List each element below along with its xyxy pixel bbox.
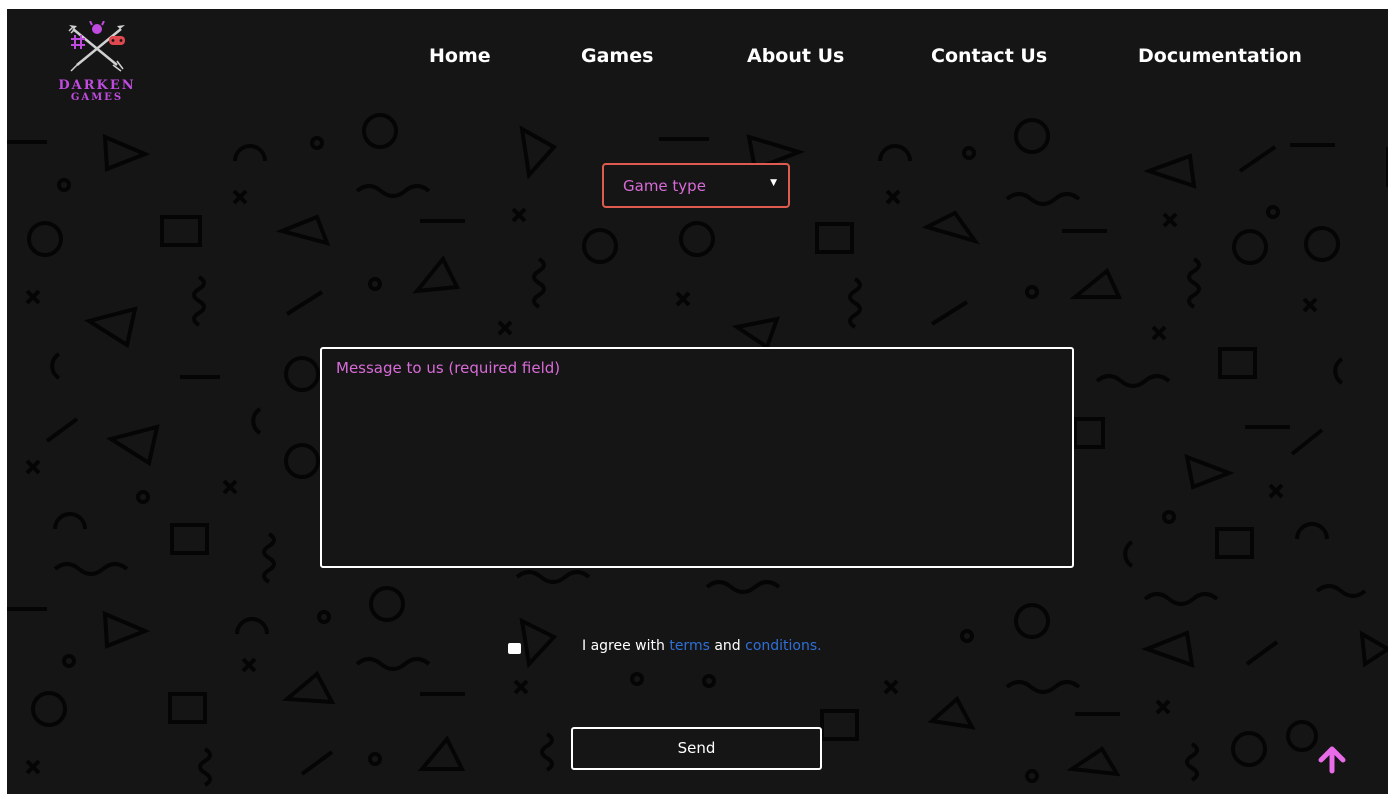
agree-label: I agree with terms and conditions. — [582, 638, 822, 654]
nav-home[interactable]: Home — [429, 45, 491, 67]
nav-games[interactable]: Games — [581, 45, 653, 67]
nav-about-us[interactable]: About Us — [747, 45, 844, 67]
game-type-value: Game type — [623, 177, 706, 195]
brand-title: DARKEN — [58, 78, 136, 93]
message-textarea[interactable]: Message to us (required field) — [320, 347, 1074, 568]
brand-logo[interactable]: DARKEN GAMES — [51, 21, 143, 103]
page-frame: DARKEN GAMES Home Games About Us Contact… — [7, 9, 1388, 794]
message-placeholder: Message to us (required field) — [336, 359, 561, 377]
agree-text: I agree with — [582, 638, 665, 654]
crossed-arrows-gamepad-logo-icon — [68, 21, 125, 72]
caret-down-icon: ▼ — [770, 178, 777, 188]
header-bar: DARKEN GAMES Home Games About Us Contact… — [7, 9, 1388, 107]
agree-checkbox[interactable] — [508, 643, 521, 654]
agree-conjunction: and — [714, 638, 741, 654]
arrow-up-icon[interactable] — [1316, 744, 1348, 774]
conditions-link[interactable]: conditions. — [745, 638, 821, 654]
nav-documentation[interactable]: Documentation — [1138, 45, 1302, 67]
brand-subtitle: GAMES — [70, 92, 124, 103]
game-type-select[interactable]: Game type ▼ — [602, 163, 790, 208]
terms-link[interactable]: terms — [669, 638, 710, 654]
send-button[interactable]: Send — [571, 727, 822, 770]
nav-contact-us[interactable]: Contact Us — [931, 45, 1047, 67]
